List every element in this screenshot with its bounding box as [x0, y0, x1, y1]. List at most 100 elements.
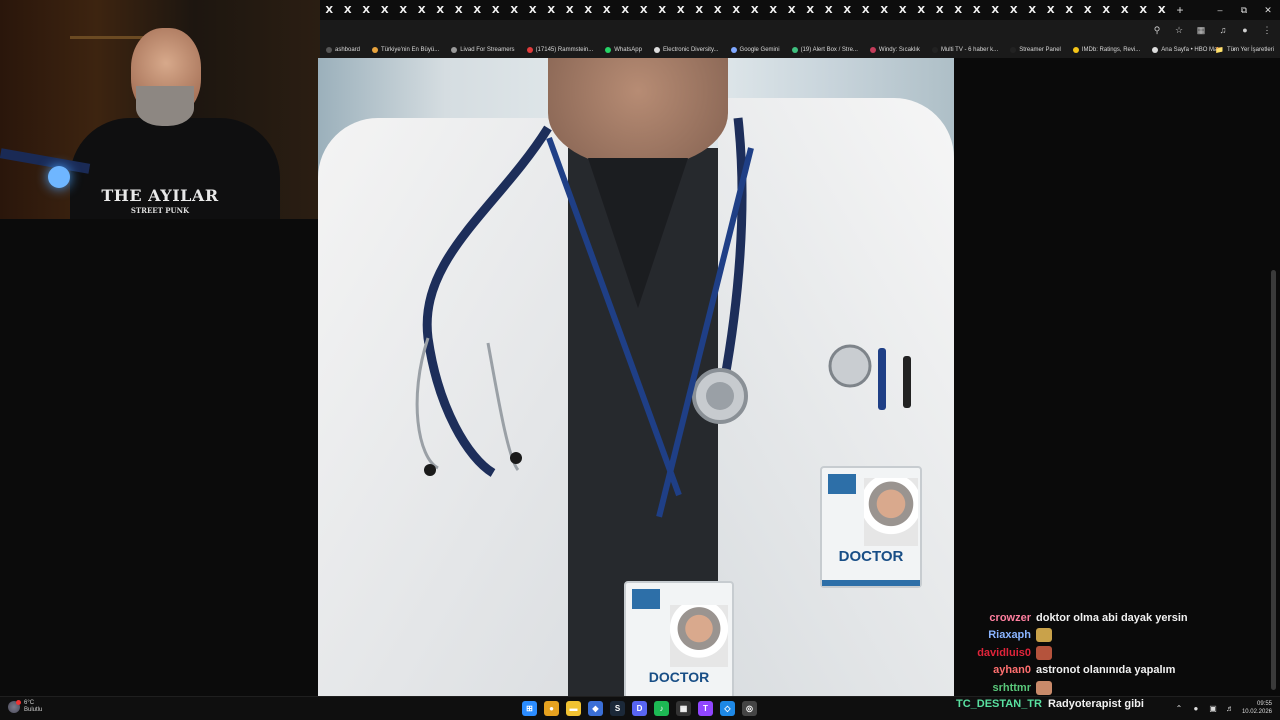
browser-tab[interactable]: X	[394, 0, 413, 20]
bookmark-item[interactable]: Google Gemini	[725, 47, 786, 53]
bookmark-item[interactable]: (19) Alert Box / Stre...	[786, 47, 864, 53]
browser-tab[interactable]: X	[746, 0, 765, 20]
discord-icon[interactable]: D	[632, 701, 647, 716]
app-cyan-icon[interactable]: ◇	[720, 701, 735, 716]
browser-tab[interactable]: X	[450, 0, 469, 20]
browser-tab[interactable]: X	[801, 0, 820, 20]
browser-tab[interactable]: X	[1005, 0, 1024, 20]
star-icon[interactable]: ☆	[1172, 23, 1186, 37]
close-button[interactable]: ✕	[1256, 0, 1280, 20]
bookmark-item[interactable]: WhatsApp	[599, 47, 648, 53]
browser-tab[interactable]: X	[1060, 0, 1079, 20]
browser-tab[interactable]: X	[376, 0, 395, 20]
new-tab-button[interactable]: +	[1171, 0, 1189, 20]
chat-line: ayhan0 astronot olanınıda yapalım	[960, 662, 1260, 680]
browser-tab[interactable]: X	[635, 0, 654, 20]
browser-tab[interactable]: X	[357, 0, 376, 20]
ring-light	[48, 166, 70, 188]
browser-tab[interactable]: X	[968, 0, 987, 20]
browser-tab[interactable]: X	[468, 0, 487, 20]
bookmark-item[interactable]: Livad For Streamers	[445, 47, 520, 53]
chat-username[interactable]: davidluis0	[960, 647, 1036, 659]
browser-tab[interactable]: X	[672, 0, 691, 20]
browser-tab[interactable]: X	[894, 0, 913, 20]
windows-start-icon[interactable]: ⊞	[522, 701, 537, 716]
browser-tab[interactable]: X	[1023, 0, 1042, 20]
browser-tab[interactable]: X	[820, 0, 839, 20]
network-icon[interactable]: ▣	[1208, 703, 1218, 713]
clock[interactable]: 09:55 10.02.2026	[1242, 700, 1272, 716]
chat-messages: crowzer doktor olma abi dayak yersin Riaxa…	[960, 609, 1260, 697]
browser-tab[interactable]: X	[1153, 0, 1172, 20]
browser-tab[interactable]: X	[1134, 0, 1153, 20]
browser-tab[interactable]: X	[542, 0, 561, 20]
bookmark-item[interactable]: Türkiye'nin En Büyü...	[366, 47, 445, 53]
browser-tab[interactable]: X	[857, 0, 876, 20]
chat-username[interactable]: srhttmr	[960, 682, 1036, 694]
bookmark-favicon-icon	[451, 47, 458, 53]
weather-desc: Bulutlu	[24, 707, 43, 713]
bookmark-item[interactable]: Electronic Diversity...	[648, 47, 725, 53]
all-bookmarks-button[interactable]: 📁 Tüm Yer İşaretleri	[1215, 42, 1274, 58]
browser-tab[interactable]: X	[413, 0, 432, 20]
app-blue-icon[interactable]: ◆	[588, 701, 603, 716]
browser-tab[interactable]: X	[616, 0, 635, 20]
microphone-icon[interactable]: ●	[1191, 703, 1201, 713]
bookmark-item[interactable]: IMDb: Ratings, Revi...	[1067, 47, 1146, 53]
bookmark-item[interactable]: ashboard	[320, 47, 366, 53]
badge-photo	[864, 478, 918, 546]
browser-tab[interactable]: X	[709, 0, 728, 20]
weather-widget[interactable]: 6°C Bulutlu	[8, 700, 42, 714]
browser-tab[interactable]: X	[764, 0, 783, 20]
zoom-icon[interactable]: ⚲	[1150, 23, 1164, 37]
spotify-icon[interactable]: ♪	[654, 701, 669, 716]
browser-tab[interactable]: X	[320, 0, 339, 20]
browser-tab[interactable]: X	[653, 0, 672, 20]
browser-tab[interactable]: X	[690, 0, 709, 20]
browser-tab[interactable]: X	[875, 0, 894, 20]
restore-button[interactable]: ⧉	[1232, 0, 1256, 20]
browser-tab[interactable]: X	[505, 0, 524, 20]
chat-username[interactable]: Riaxaph	[960, 629, 1036, 641]
scrollbar[interactable]	[1271, 270, 1276, 690]
obs-icon[interactable]: ◎	[742, 701, 757, 716]
browser-tab[interactable]: X	[931, 0, 950, 20]
browser-tab[interactable]: X	[339, 0, 358, 20]
browser-tab[interactable]: X	[524, 0, 543, 20]
browser-tab[interactable]: X	[1097, 0, 1116, 20]
browser-tab[interactable]: X	[1042, 0, 1061, 20]
minimize-button[interactable]: –	[1208, 0, 1232, 20]
chat-username[interactable]: crowzer	[960, 612, 1036, 624]
twitch-icon[interactable]: T	[698, 701, 713, 716]
browser-toolbar: ⚲ ☆ ▦ ♫ ● ⋮	[320, 20, 1280, 42]
bookmarks-bar: ashboard Türkiye'nin En Büyü... Livad For …	[320, 42, 1280, 58]
bookmark-item[interactable]: Streamer Panel	[1004, 47, 1067, 53]
profile-icon[interactable]: ●	[1238, 23, 1252, 37]
chevron-up-icon[interactable]: ⌃	[1174, 703, 1184, 713]
browser-tab[interactable]: X	[783, 0, 802, 20]
media-icon[interactable]: ♫	[1216, 23, 1230, 37]
chat-username[interactable]: ayhan0	[960, 664, 1036, 676]
bookmark-item[interactable]: Multi TV - 6 haber k...	[926, 47, 1004, 53]
browser-tab[interactable]: X	[431, 0, 450, 20]
browser-tab[interactable]: X	[561, 0, 580, 20]
bookmark-item[interactable]: Windy: Sıcaklık	[864, 47, 926, 53]
browser-tab[interactable]: X	[912, 0, 931, 20]
browser-tab[interactable]: X	[487, 0, 506, 20]
browser-tab[interactable]: X	[727, 0, 746, 20]
chrome-icon[interactable]: ●	[544, 701, 559, 716]
file-explorer-icon[interactable]: ▬	[566, 701, 581, 716]
browser-tab[interactable]: X	[838, 0, 857, 20]
bookmark-item[interactable]: (17145) Rammstein...	[521, 47, 600, 53]
browser-tab[interactable]: X	[598, 0, 617, 20]
menu-icon[interactable]: ⋮	[1260, 23, 1274, 37]
browser-tab[interactable]: X	[1116, 0, 1135, 20]
steam-icon[interactable]: S	[610, 701, 625, 716]
browser-tab[interactable]: X	[579, 0, 598, 20]
calculator-icon[interactable]: ▦	[676, 701, 691, 716]
browser-tab[interactable]: X	[1079, 0, 1098, 20]
extensions-icon[interactable]: ▦	[1194, 23, 1208, 37]
browser-tab[interactable]: X	[986, 0, 1005, 20]
browser-tab[interactable]: X	[949, 0, 968, 20]
volume-icon[interactable]: ♬	[1225, 703, 1235, 713]
